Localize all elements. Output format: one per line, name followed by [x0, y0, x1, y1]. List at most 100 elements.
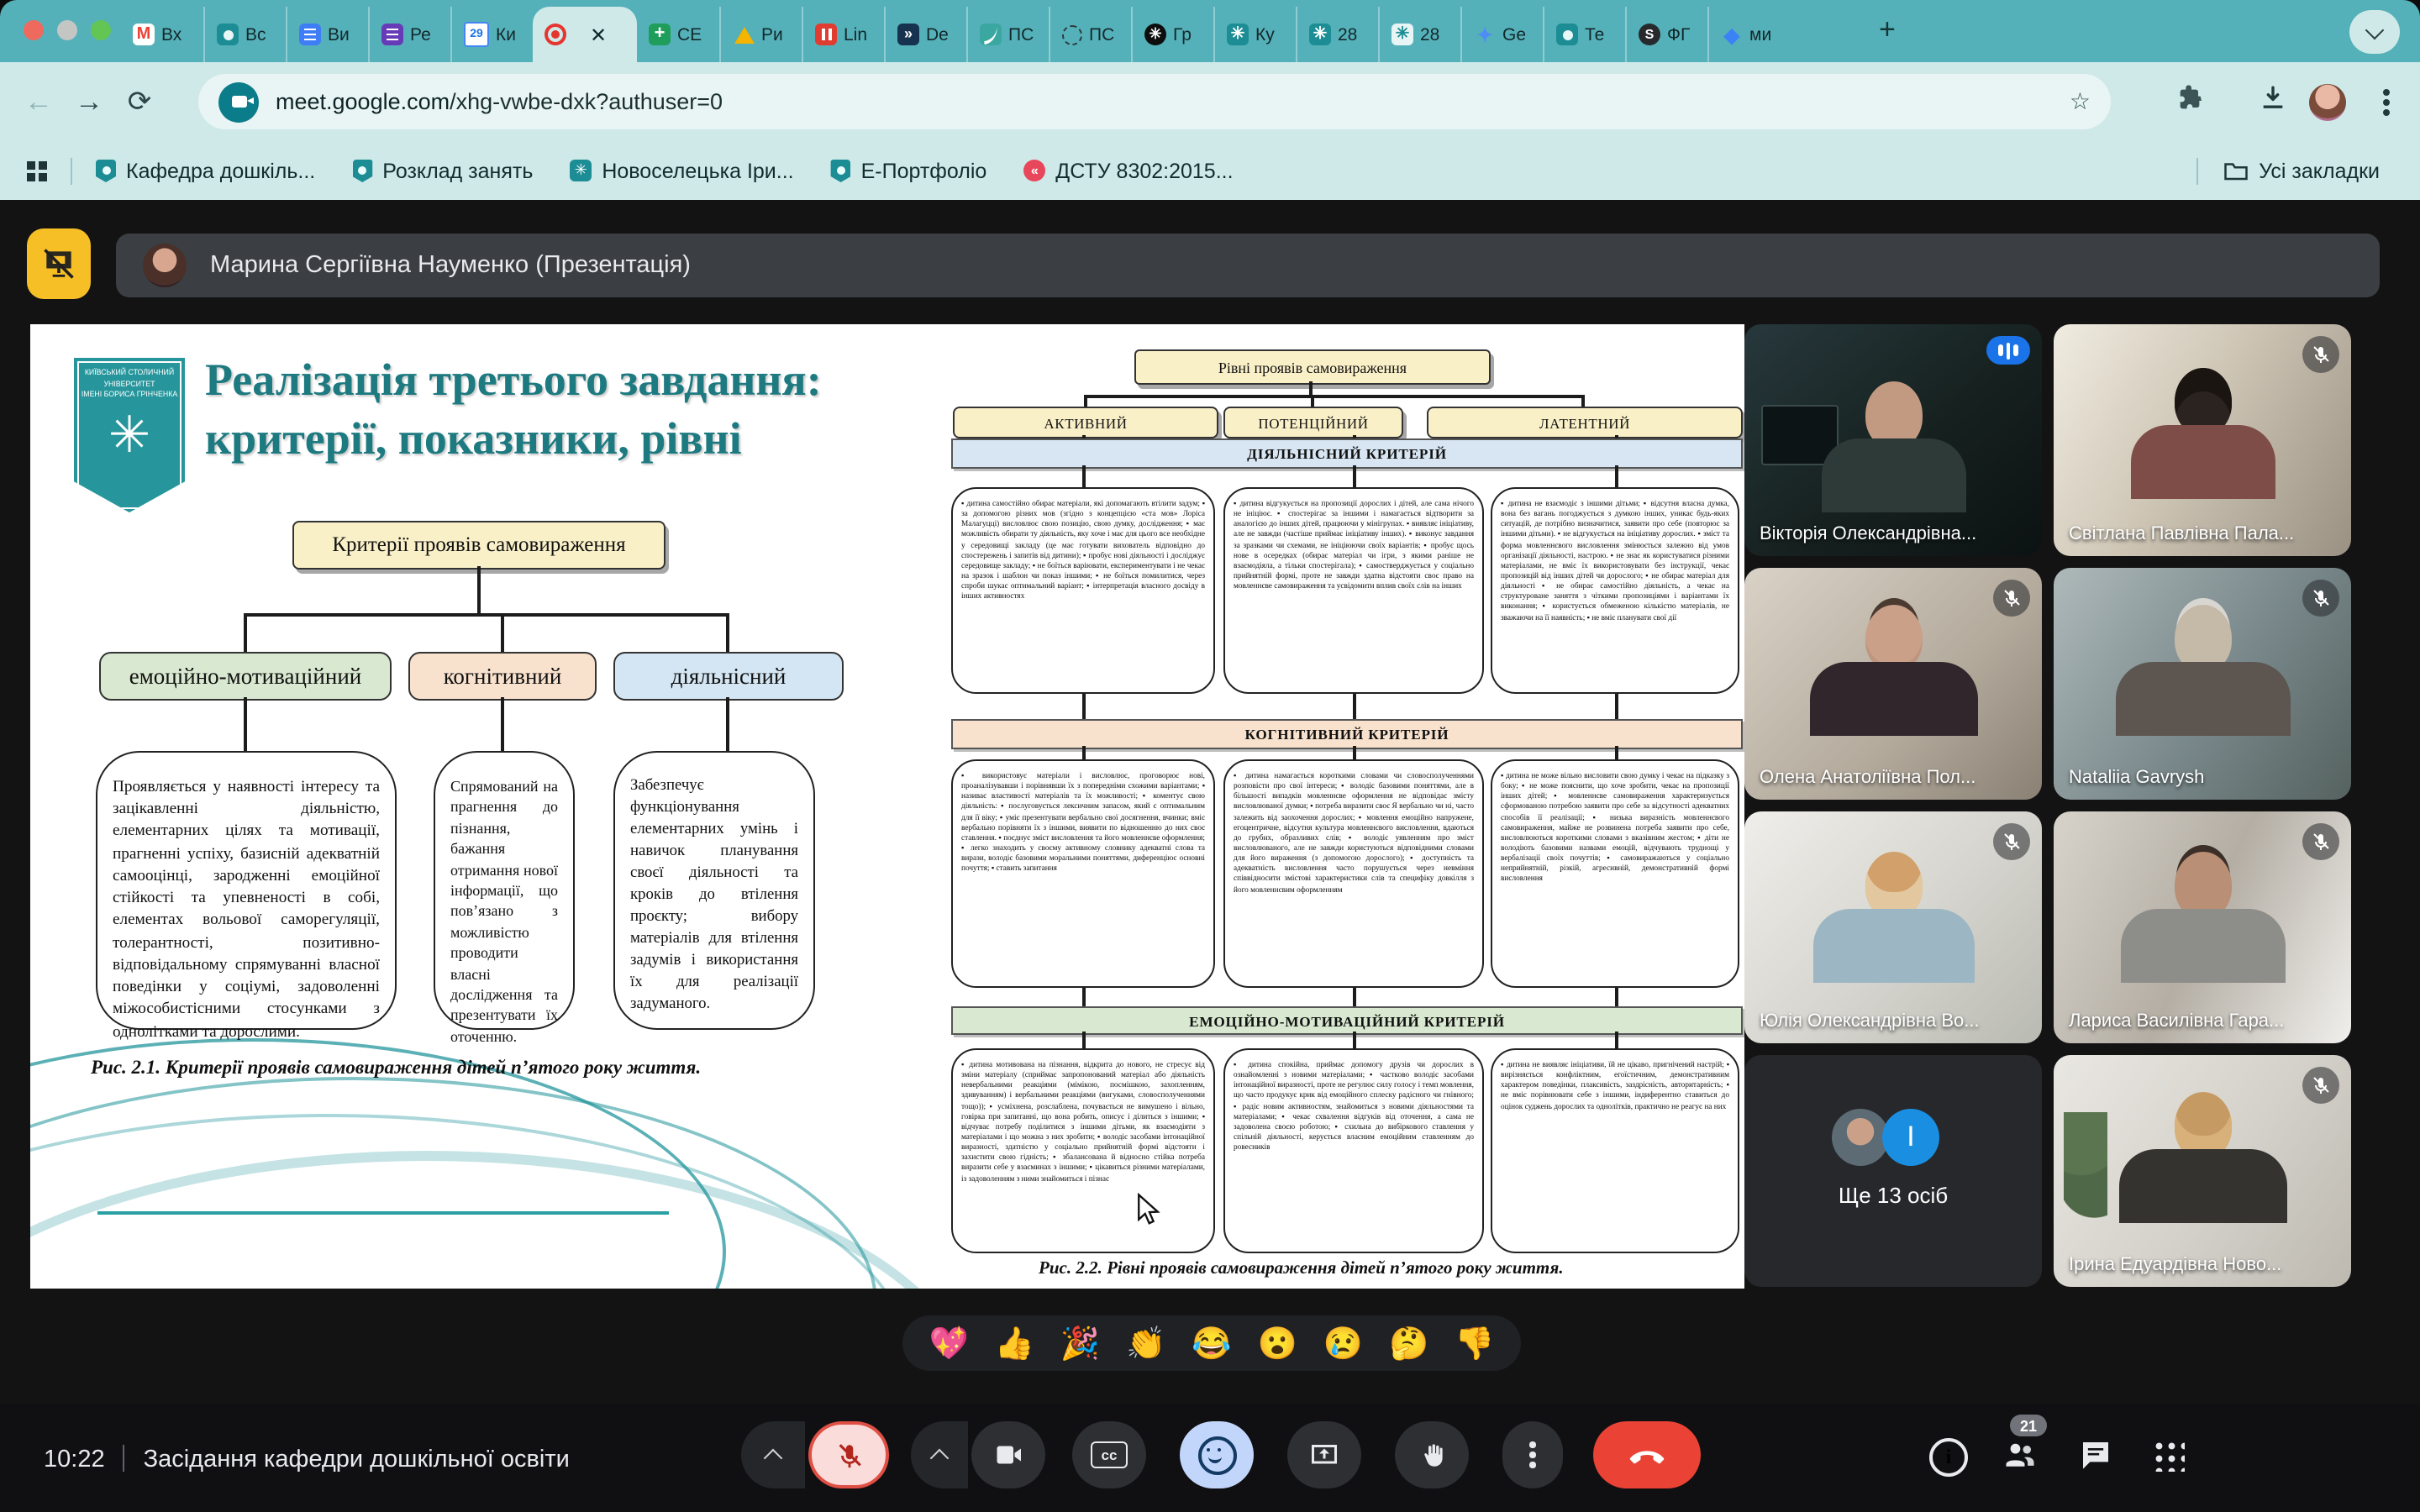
show-everyone-button[interactable] — [2002, 1436, 2039, 1482]
tab-skype[interactable]: SФГ — [1625, 7, 1707, 62]
university-icon — [217, 24, 239, 45]
meeting-details-button[interactable]: i — [1929, 1438, 1968, 1477]
participant-tile[interactable]: Вікторія Олександрівна... — [1744, 324, 2042, 556]
tab-forms[interactable]: Ре — [368, 7, 450, 62]
tab-gemini[interactable]: ✦Ge — [1460, 7, 1543, 62]
reaction-heart[interactable]: 💖 — [929, 1323, 968, 1363]
criterion-cognitive: когнітивний — [408, 652, 597, 701]
participant-tile[interactable]: Лариса Василівна Гара... — [2054, 811, 2351, 1043]
participant-tile[interactable]: Олена Анатоліївна Пол... — [1744, 568, 2042, 800]
tab-calendar[interactable]: 29Ки — [450, 7, 533, 62]
reaction-surprise[interactable]: 😮 — [1258, 1323, 1297, 1363]
profile-avatar[interactable] — [2309, 83, 2346, 120]
stop-presenting-button[interactable] — [27, 228, 91, 299]
raise-hand-button[interactable] — [1395, 1421, 1469, 1488]
tab-crystal[interactable]: ◆ми — [1707, 7, 1790, 62]
bookmark-item[interactable]: Розклад занять — [352, 159, 533, 182]
browser-chrome: MВх Вс Ви Ре 29Ки ✕ +СЕ Ри Lin »De ПС ПС… — [0, 0, 2420, 200]
bookmark-item[interactable]: «ДСТУ 8302:2015... — [1023, 159, 1233, 182]
fig1-root-box: Критерії проявів самовираження — [292, 521, 666, 570]
tab-chatgpt[interactable]: ✳Гр — [1131, 7, 1213, 62]
participant-name: Лариса Василівна Гара... — [2069, 1011, 2284, 1032]
reaction-party[interactable]: 🎉 — [1060, 1323, 1100, 1363]
section-emotional-header: ЕМОЦІЙНО-МОТИВАЦІЙНИЙ КРИТЕРІЙ — [951, 1006, 1743, 1035]
reaction-cry[interactable]: 😢 — [1323, 1323, 1363, 1363]
tab-flower-3[interactable]: ✳28 — [1378, 7, 1460, 62]
reload-button[interactable]: ⟳ — [114, 85, 165, 118]
tab-close-icon[interactable]: ✕ — [590, 23, 607, 46]
meet-page: Марина Сергіївна Науменко (Презентація) … — [0, 200, 2420, 1512]
chart-icon — [980, 24, 1002, 45]
university-logo: КИЇВСЬКИЙ СТОЛИЧНИЙ УНІВЕРСИТЕТІМЕНІ БОР… — [74, 358, 185, 512]
activities-button[interactable] — [2153, 1440, 2185, 1472]
extensions-puzzle-icon[interactable] — [2178, 84, 2205, 119]
grid-dots-icon — [2153, 1440, 2185, 1472]
window-close-button[interactable] — [24, 20, 44, 40]
camera-button[interactable] — [971, 1421, 1045, 1488]
overflow-tile[interactable]: І Ще 13 осіб — [1744, 1055, 2042, 1287]
hand-icon — [1418, 1441, 1446, 1469]
chat-button[interactable] — [2079, 1438, 2112, 1480]
reaction-clap[interactable]: 👏 — [1126, 1323, 1165, 1363]
participant-tile[interactable]: Ірина Едуардівна Ново... — [2054, 1055, 2351, 1287]
reactions-bar: 💖 👍 🎉 👏 😂 😮 😢 🤔 👎 — [902, 1315, 1521, 1371]
level-potential: ПОТЕНЦІЙНИЙ — [1223, 407, 1403, 438]
bookmark-item[interactable]: Кафедра дошкіль... — [96, 159, 315, 182]
cell-cognitive-latent: ▪ дитина не може вільно висловити свою д… — [1491, 759, 1739, 988]
overflow-avatar-letter: І — [1882, 1109, 1939, 1166]
reaction-thumbs-down[interactable]: 👎 — [1455, 1323, 1494, 1363]
tab-deepl[interactable]: »De — [884, 7, 966, 62]
window-maximize-button[interactable] — [91, 20, 111, 40]
university-icon — [1556, 24, 1578, 45]
back-button[interactable]: ← — [13, 85, 64, 118]
tab-flower-1[interactable]: ✳Ку — [1213, 7, 1296, 62]
presentation-off-icon — [40, 245, 77, 282]
mic-off-icon — [1993, 580, 2030, 617]
mic-options-button[interactable] — [741, 1421, 805, 1488]
downloads-icon[interactable] — [2259, 83, 2287, 120]
tab-gmail[interactable]: MВх — [121, 7, 203, 62]
sketch-circle-icon — [1062, 24, 1082, 45]
bookmark-star-icon[interactable]: ☆ — [2070, 87, 2091, 116]
participant-tile[interactable]: Nataliia Gavrysh — [2054, 568, 2351, 800]
participant-tile[interactable]: Світлана Павлівна Пала... — [2054, 324, 2351, 556]
tab-linkedin[interactable]: Lin — [802, 7, 884, 62]
tab-meet-active[interactable]: ✕ — [533, 7, 637, 62]
tab-university-2[interactable]: Те — [1543, 7, 1625, 62]
browser-menu-kebab-icon[interactable] — [2383, 98, 2390, 105]
apps-grid-icon[interactable] — [27, 160, 47, 181]
criterion-activity: діяльнісний — [613, 652, 844, 701]
reactions-button[interactable] — [1180, 1421, 1254, 1488]
all-bookmarks-button[interactable]: Усі закладки — [2223, 159, 2380, 182]
more-options-button[interactable] — [1502, 1421, 1563, 1488]
new-tab-button[interactable]: + — [1879, 13, 1896, 47]
captions-button[interactable]: cc — [1072, 1421, 1146, 1488]
slide-title: Реалізація третього завдання: критерії, … — [205, 351, 978, 469]
tab-flower-2[interactable]: ✳28 — [1296, 7, 1378, 62]
bookmark-item[interactable]: Е-Портфоліо — [831, 159, 987, 182]
tab-university[interactable]: Вс — [203, 7, 286, 62]
criterion-emotional: емоційно-мотиваційний — [99, 652, 392, 701]
end-call-button[interactable] — [1593, 1421, 1701, 1488]
tab-docs[interactable]: Ви — [286, 7, 368, 62]
shield-icon — [352, 159, 372, 182]
tab-sketch[interactable]: ПС — [1049, 7, 1131, 62]
tab-search-button[interactable] — [2349, 10, 2400, 54]
tab-chart[interactable]: ПС — [966, 7, 1049, 62]
tab-classroom[interactable]: +СЕ — [637, 7, 719, 62]
participant-tile[interactable]: Юлія Олександрівна Во... — [1744, 811, 2042, 1043]
forms-icon — [381, 24, 403, 45]
tab-drive[interactable]: Ри — [719, 7, 802, 62]
present-button[interactable] — [1287, 1421, 1361, 1488]
shield-icon — [96, 159, 116, 182]
reaction-thumbs-up[interactable]: 👍 — [995, 1323, 1034, 1363]
mic-muted-button[interactable] — [808, 1421, 889, 1488]
forward-button[interactable]: → — [64, 85, 114, 118]
reaction-thinking[interactable]: 🤔 — [1389, 1323, 1428, 1363]
reaction-laugh[interactable]: 😂 — [1192, 1323, 1231, 1363]
phone-down-icon — [1628, 1436, 1665, 1473]
presenter-avatar — [143, 244, 187, 287]
bookmark-item[interactable]: ✳Новоселецька Іри... — [570, 159, 793, 182]
address-bar[interactable]: meet.google.com/xhg-vwbe-dxk?authuser=0 … — [198, 74, 2111, 129]
window-minimize-button[interactable] — [57, 20, 77, 40]
